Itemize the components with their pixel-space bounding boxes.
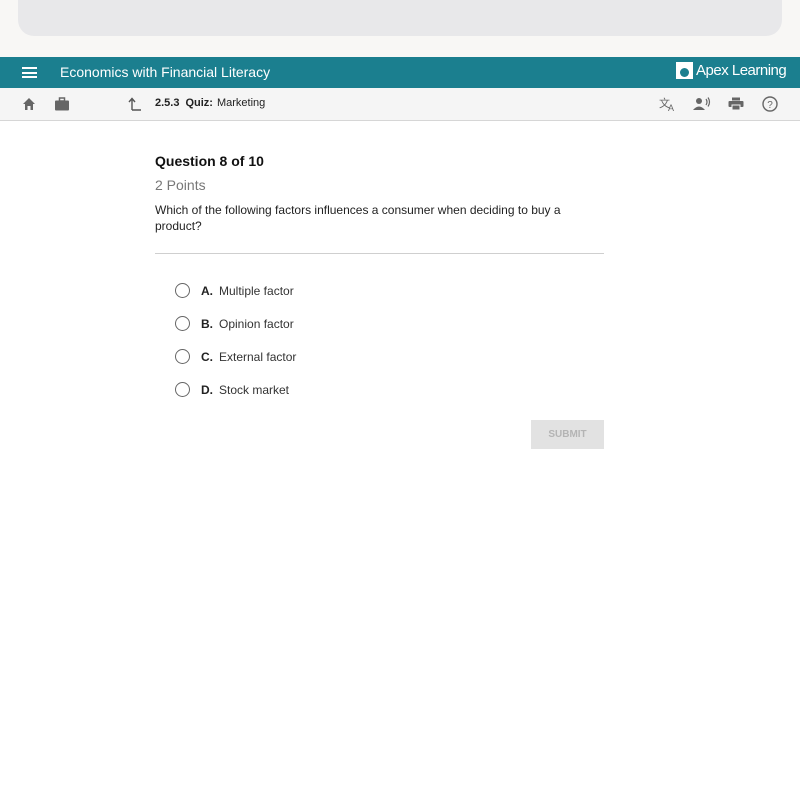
translate-icon[interactable]: 文A bbox=[658, 95, 678, 113]
activity-type: Quiz: bbox=[185, 97, 213, 109]
option-a[interactable]: A. Multiple factor bbox=[175, 274, 604, 307]
browser-address-bar: course.apexlearning.com bbox=[0, 0, 800, 57]
radio-button[interactable] bbox=[175, 283, 190, 298]
up-arrow-icon[interactable] bbox=[127, 96, 143, 112]
svg-text:?: ? bbox=[767, 100, 773, 111]
divider bbox=[155, 253, 604, 254]
briefcase-icon[interactable] bbox=[54, 97, 70, 111]
reload-icon[interactable] bbox=[746, 0, 786, 6]
option-text: Opinion factor bbox=[219, 316, 294, 331]
toolbar: 2.5.3 Quiz: Marketing 文A ? bbox=[0, 88, 800, 121]
option-letter: A. bbox=[201, 283, 213, 298]
option-text: Multiple factor bbox=[219, 283, 294, 298]
app-header: Economics with Financial Literacy Apex L… bbox=[0, 57, 800, 88]
activity-name: Marketing bbox=[216, 97, 266, 109]
radio-button[interactable] bbox=[175, 316, 190, 331]
option-d[interactable]: D. Stock market bbox=[175, 373, 604, 406]
print-icon[interactable] bbox=[726, 95, 746, 113]
option-c[interactable]: C. External factor bbox=[175, 340, 604, 373]
home-icon[interactable] bbox=[22, 97, 36, 111]
activity-number: 2.5.3 bbox=[155, 97, 180, 109]
apex-logo: Apex Learning bbox=[676, 62, 787, 79]
submit-button[interactable]: SUBMIT bbox=[531, 420, 604, 449]
radio-button[interactable] bbox=[175, 382, 190, 397]
read-aloud-icon[interactable] bbox=[692, 95, 712, 113]
option-b[interactable]: B. Opinion factor bbox=[175, 307, 604, 340]
breadcrumb: 2.5.3 Quiz: Marketing bbox=[155, 97, 265, 109]
option-text: Stock market bbox=[219, 382, 290, 397]
answer-options: A. Multiple factor B. Opinion factor C. … bbox=[175, 274, 604, 406]
question-number: Question 8 of 10 bbox=[155, 153, 264, 169]
question-text: Which of the following factors influence… bbox=[155, 203, 561, 233]
help-icon[interactable]: ? bbox=[760, 95, 780, 113]
option-text: External factor bbox=[219, 349, 297, 364]
logo-text: Apex Learning bbox=[696, 62, 787, 79]
url-field[interactable]: course.apexlearning.com bbox=[18, 0, 786, 36]
apex-logo-icon bbox=[676, 62, 693, 79]
course-title: Economics with Financial Literacy bbox=[60, 64, 271, 80]
menu-icon[interactable] bbox=[22, 67, 37, 78]
question-points: 2 Points bbox=[155, 177, 206, 193]
option-letter: B. bbox=[201, 316, 213, 331]
svg-text:A: A bbox=[668, 103, 674, 112]
option-letter: C. bbox=[201, 349, 213, 364]
option-letter: D. bbox=[201, 382, 213, 397]
question-panel: Question 8 of 10 2 Points Which of the f… bbox=[155, 153, 604, 449]
radio-button[interactable] bbox=[175, 349, 190, 364]
